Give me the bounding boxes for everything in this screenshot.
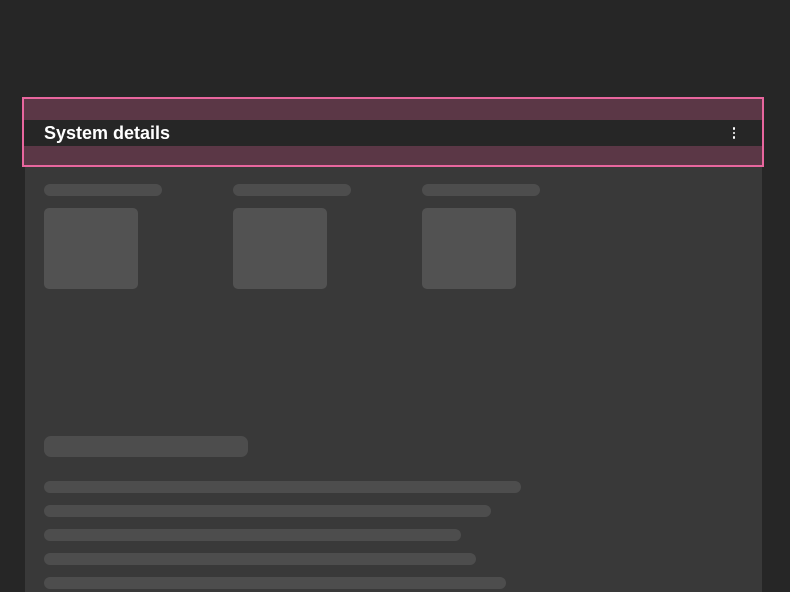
overflow-menu-dot: [732, 136, 736, 139]
system-details-card: [25, 100, 762, 592]
card-header-highlight: System details: [22, 97, 764, 167]
canvas: System details: [0, 0, 790, 592]
skeleton-text-line: [44, 553, 476, 565]
overflow-menu-vertical-icon: [732, 127, 736, 130]
skeleton-text-line: [44, 529, 461, 541]
skeleton-text-line: [44, 481, 521, 493]
skeleton-heading: [44, 436, 248, 457]
skeleton-metric-tile: [422, 208, 516, 289]
card-title: System details: [44, 123, 171, 143]
overflow-menu-button[interactable]: [726, 121, 742, 145]
overflow-menu-dot: [732, 131, 736, 135]
skeleton-text-line: [44, 577, 506, 589]
skeleton-metric-label: [233, 184, 351, 196]
skeleton-text-line: [44, 505, 491, 517]
skeleton-metric-label: [422, 184, 540, 196]
skeleton-metric-label: [44, 184, 162, 196]
skeleton-metric-tile: [44, 208, 138, 289]
skeleton-metric-tile: [233, 208, 327, 289]
